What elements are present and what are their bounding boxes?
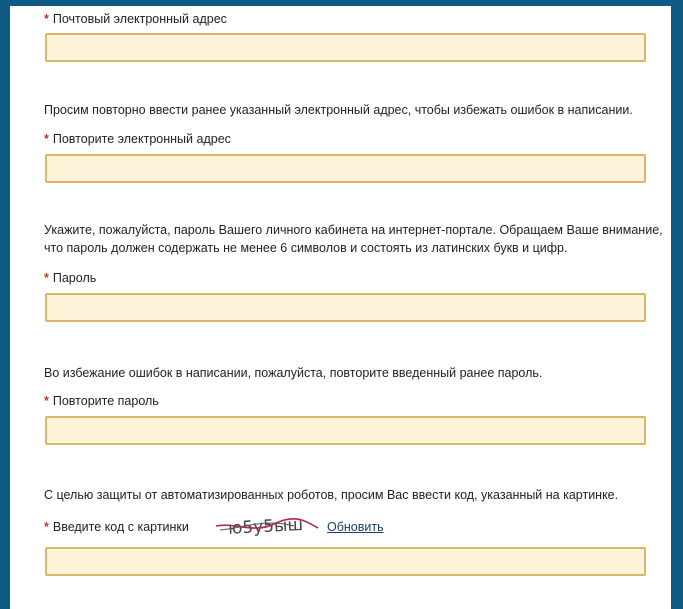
email-repeat-label: * Повторите электронный адрес <box>44 132 231 146</box>
password-input[interactable] <box>45 293 646 322</box>
captcha-image: ю5у5ыш <box>215 515 319 539</box>
email-input[interactable] <box>45 33 646 62</box>
captcha-label: * Введите код с картинки <box>44 520 189 534</box>
required-mark: * <box>44 271 49 285</box>
captcha-input[interactable] <box>45 547 646 576</box>
required-mark: * <box>44 394 49 408</box>
email-label: * Почтовый электронный адрес <box>44 12 227 26</box>
email-repeat-input[interactable] <box>45 154 646 183</box>
password-repeat-hint: Во избежание ошибок в написании, пожалуй… <box>44 366 543 380</box>
password-label: * Пароль <box>44 271 97 285</box>
password-repeat-label: * Повторите пароль <box>44 394 159 408</box>
registration-form: * Почтовый электронный адрес Просим повто… <box>10 6 671 609</box>
email-repeat-hint: Просим повторно ввести ранее указанный э… <box>44 103 633 117</box>
captcha-hint: С целью защиты от автоматизированных роб… <box>44 488 619 502</box>
password-repeat-input[interactable] <box>45 416 646 445</box>
captcha-refresh-link[interactable]: Обновить <box>327 520 384 534</box>
required-mark: * <box>44 12 49 26</box>
password-hint: Укажите, пожалуйста, пароль Вашего лично… <box>44 223 663 255</box>
required-mark: * <box>44 132 49 146</box>
required-mark: * <box>44 520 49 534</box>
